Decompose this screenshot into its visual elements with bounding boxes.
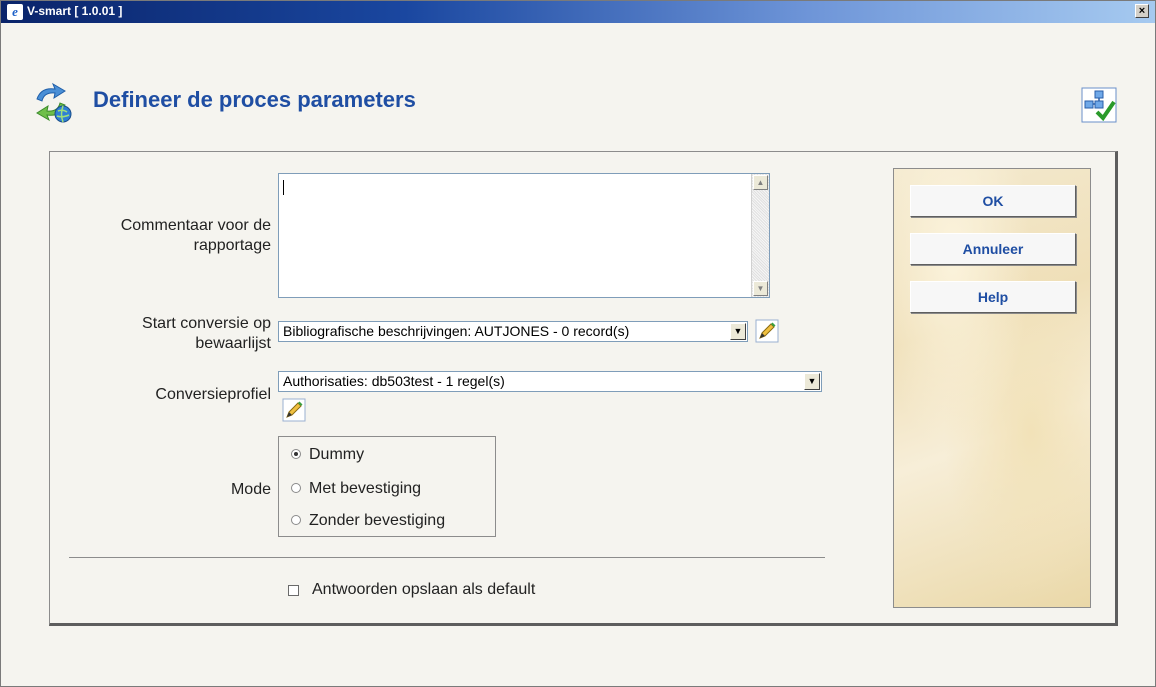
ok-button[interactable]: OK — [910, 185, 1076, 217]
comment-label-line-1: Commentaar voor de — [120, 217, 271, 234]
page-title: Defineer de proces parameters — [93, 87, 416, 112]
chevron-down-icon[interactable]: ▼ — [804, 373, 820, 390]
mode-option-met-bevestiging[interactable]: Met bevestiging — [291, 479, 421, 499]
text-caret — [283, 180, 284, 195]
radio-icon[interactable] — [291, 482, 301, 493]
window-title: V-smart [ 1.0.01 ] — [27, 4, 123, 18]
save-default-label: Antwoorden opslaan als default — [312, 581, 536, 598]
scroll-up-icon[interactable]: ▲ — [753, 175, 768, 190]
pencil-edit-icon[interactable] — [282, 398, 306, 422]
button-panel: OK Annuleer Help — [893, 168, 1091, 608]
application-window: e V-smart [ 1.0.01 ] × Defineer de proce… — [0, 0, 1156, 687]
save-default-checkbox[interactable] — [288, 585, 299, 596]
mode-option-label: Zonder bevestiging — [309, 512, 446, 529]
start-label-line-1: Start conversie op — [142, 315, 271, 332]
scroll-down-icon[interactable]: ▼ — [753, 281, 768, 296]
radio-selected-icon[interactable] — [291, 448, 301, 459]
start-list-value: Bibliografische beschrijvingen: AUTJONES… — [283, 323, 630, 339]
profile-value: Authorisaties: db503test - 1 regel(s) — [283, 373, 505, 389]
mode-option-dummy[interactable]: Dummy — [291, 445, 364, 465]
start-list-label: Start conversie op bewaarlijst — [61, 314, 271, 354]
profile-select[interactable]: Authorisaties: db503test - 1 regel(s) ▼ — [278, 371, 822, 392]
comment-label-line-2: rapportage — [193, 237, 271, 254]
start-list-select[interactable]: Bibliografische beschrijvingen: AUTJONES… — [278, 321, 748, 342]
mode-option-zonder-bevestiging[interactable]: Zonder bevestiging — [291, 511, 445, 531]
help-button[interactable]: Help — [910, 281, 1076, 313]
workflow-check-icon[interactable] — [1081, 87, 1117, 123]
refresh-globe-icon — [36, 82, 72, 123]
cancel-button[interactable]: Annuleer — [910, 233, 1076, 265]
comment-textarea[interactable]: ▲ ▼ — [278, 173, 770, 298]
ie-icon: e — [7, 4, 23, 20]
mode-radio-group: Dummy Met bevestiging Zonder bevestiging — [278, 436, 496, 537]
close-button[interactable]: × — [1135, 4, 1149, 18]
comment-label: Commentaar voor de rapportage — [61, 216, 271, 256]
mode-option-label: Met bevestiging — [309, 480, 422, 497]
start-label-line-2: bewaarlijst — [195, 335, 271, 352]
mode-option-label: Dummy — [309, 446, 365, 463]
mode-label: Mode — [230, 481, 271, 498]
vertical-scrollbar[interactable]: ▲ ▼ — [751, 174, 769, 297]
radio-icon[interactable] — [291, 514, 301, 525]
chevron-down-icon[interactable]: ▼ — [730, 323, 746, 340]
pencil-edit-icon[interactable] — [755, 319, 779, 343]
profile-label: Conversieprofiel — [155, 386, 271, 403]
divider — [69, 557, 825, 558]
title-bar: e V-smart [ 1.0.01 ] × — [1, 1, 1155, 23]
